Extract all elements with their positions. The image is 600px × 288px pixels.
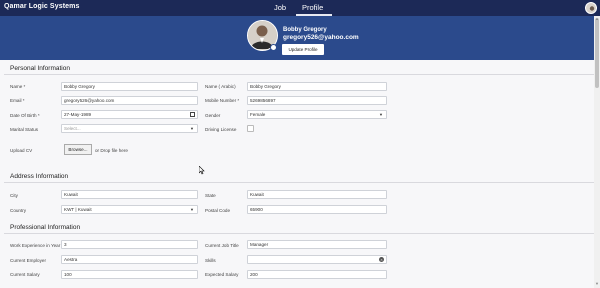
dob-label: Date Of Birth * <box>10 113 40 118</box>
experience-field[interactable]: 3 <box>61 240 198 249</box>
scrollbar-thumb[interactable] <box>595 18 599 88</box>
brand-name[interactable]: Qamar Logic Systems <box>4 3 79 10</box>
section-title-address: Address Information <box>10 173 69 180</box>
skills-field[interactable]: × <box>247 255 387 264</box>
section-divider <box>4 182 594 183</box>
gender-label: Gender <box>205 113 221 118</box>
chevron-down-icon: ▼ <box>190 207 194 212</box>
section-divider <box>4 74 594 75</box>
tab-profile[interactable]: Profile <box>302 3 323 12</box>
scroll-up-icon[interactable]: ▲ <box>595 16 599 21</box>
state-label: State <box>205 193 216 198</box>
expected-salary-field[interactable]: 200 <box>247 270 387 279</box>
update-profile-button[interactable]: Update Profile <box>282 44 324 55</box>
profile-name: Bobby Gregory <box>283 27 327 33</box>
name-arabic-field[interactable]: Bobby Gregory <box>247 82 387 91</box>
driving-label: Driving License <box>205 127 237 132</box>
chevron-down-icon: ▼ <box>190 126 194 131</box>
drop-file-text: or Drop file here <box>95 148 128 153</box>
expected-salary-label: Expected Salary <box>205 272 239 277</box>
salary-label: Current Salary <box>10 272 40 277</box>
browse-button[interactable]: Browse... <box>64 144 92 155</box>
profile-email: gregory526@yahoo.com <box>283 34 359 41</box>
employer-label: Current Employer <box>10 258 46 263</box>
dob-value: 27-May-1989 <box>64 112 92 117</box>
top-navbar: Qamar Logic Systems Job Profile <box>0 0 600 16</box>
email-field[interactable]: gregory526@yahoo.com <box>61 96 198 105</box>
salary-field[interactable]: 100 <box>61 270 198 279</box>
postal-field[interactable]: 65900 <box>247 205 387 214</box>
postal-label: Postal Code <box>205 208 231 213</box>
clear-icon[interactable]: × <box>379 257 384 262</box>
marital-label: Marital Status <box>10 127 39 132</box>
job-title-field[interactable]: Manager <box>247 240 387 249</box>
mouse-cursor-icon <box>199 166 205 175</box>
city-field[interactable]: Kuwait <box>61 190 198 199</box>
chevron-down-icon: ▼ <box>379 112 383 117</box>
employer-field[interactable]: Aestra <box>61 255 198 264</box>
country-value: KWT | Kuwait <box>64 207 92 212</box>
skills-label: Skills <box>205 258 216 263</box>
scroll-down-icon[interactable]: ▼ <box>595 281 599 286</box>
state-field[interactable]: Kuwait <box>247 190 387 199</box>
driving-license-checkbox[interactable] <box>247 125 254 132</box>
section-title-professional: Professional Information <box>10 224 81 231</box>
form-content <box>0 60 594 288</box>
city-label: City <box>10 193 18 198</box>
section-divider <box>4 233 594 234</box>
marital-placeholder: Select... <box>64 126 81 131</box>
user-avatar-icon <box>589 6 595 11</box>
name-arabic-label: Name ( Arabic) <box>205 84 236 89</box>
country-label: Country <box>10 208 27 213</box>
section-title-personal: Personal Information <box>10 65 70 72</box>
gender-value: Female <box>250 112 266 117</box>
calendar-icon[interactable] <box>190 112 195 117</box>
upload-cv-label: Upload CV <box>10 148 33 153</box>
dob-field[interactable]: 27-May-1989 <box>61 110 198 119</box>
country-select[interactable]: KWT | Kuwait ▼ <box>61 205 198 214</box>
marital-select[interactable]: Select... ▼ <box>61 124 198 133</box>
user-avatar[interactable] <box>585 2 597 14</box>
experience-label: Work Experience in Year <box>10 243 61 248</box>
name-label: Name * <box>10 84 26 89</box>
email-label: Email * <box>10 98 25 103</box>
name-field[interactable]: Bobby Gregory <box>61 82 198 91</box>
camera-icon[interactable] <box>270 44 277 51</box>
gender-select[interactable]: Female ▼ <box>247 110 387 119</box>
mobile-label: Mobile Number * <box>205 98 240 103</box>
tab-job[interactable]: Job <box>274 3 286 12</box>
job-title-label: Current Job Title <box>205 243 239 248</box>
mobile-field[interactable]: 5269856897 <box>247 96 387 105</box>
